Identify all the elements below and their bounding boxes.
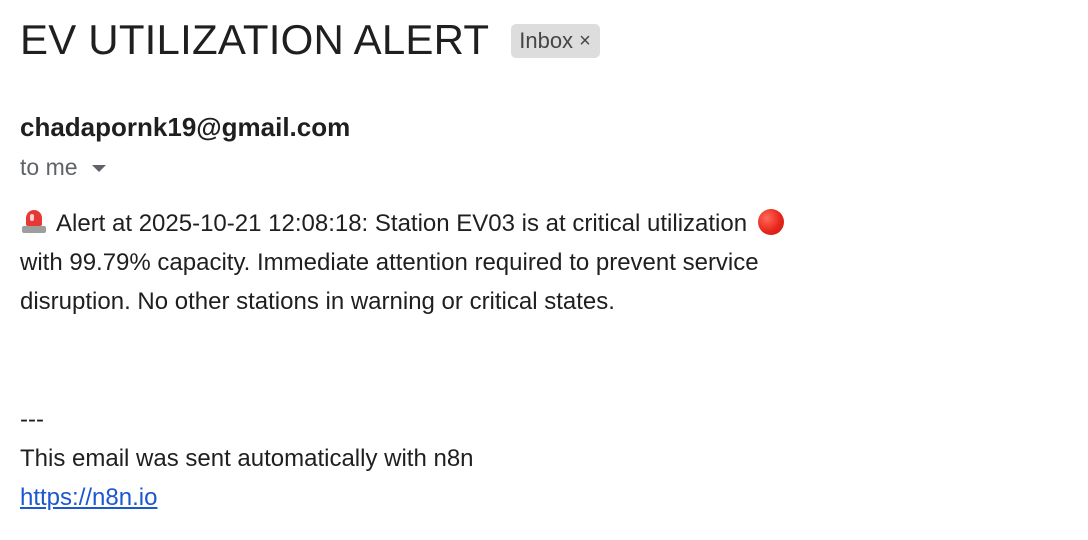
- sender-address[interactable]: chadapornk19@gmail.com: [20, 112, 350, 143]
- inbox-label-chip[interactable]: Inbox ×: [511, 24, 600, 58]
- rotating-light-icon: [20, 207, 48, 235]
- remove-label-icon[interactable]: ×: [579, 31, 591, 51]
- body-text-part1: Alert at 2025-10-21 12:08:18: Station EV…: [56, 210, 748, 237]
- email-body: Alert at 2025-10-21 12:08:18: Station EV…: [20, 204, 810, 321]
- body-text-part2: with 99.79% capacity. Immediate attentio…: [20, 249, 759, 315]
- signature-line: This email was sent automatically with n…: [20, 445, 474, 472]
- subject-row: EV UTILIZATION ALERT Inbox ×: [20, 14, 600, 66]
- label-chip-text: Inbox: [519, 28, 574, 53]
- n8n-link[interactable]: https://n8n.io: [20, 484, 157, 511]
- recipient-row[interactable]: to me: [20, 154, 106, 181]
- email-subject: EV UTILIZATION ALERT: [20, 16, 490, 63]
- email-signature: --- This email was sent automatically wi…: [20, 400, 474, 517]
- signature-divider: ---: [20, 406, 44, 433]
- recipient-text: to me: [20, 154, 78, 180]
- red-circle-icon: [757, 209, 784, 235]
- alert-paragraph: Alert at 2025-10-21 12:08:18: Station EV…: [20, 204, 810, 321]
- caret-down-icon[interactable]: [91, 165, 106, 172]
- email-view: EV UTILIZATION ALERT Inbox × chadapornk1…: [0, 0, 1088, 540]
